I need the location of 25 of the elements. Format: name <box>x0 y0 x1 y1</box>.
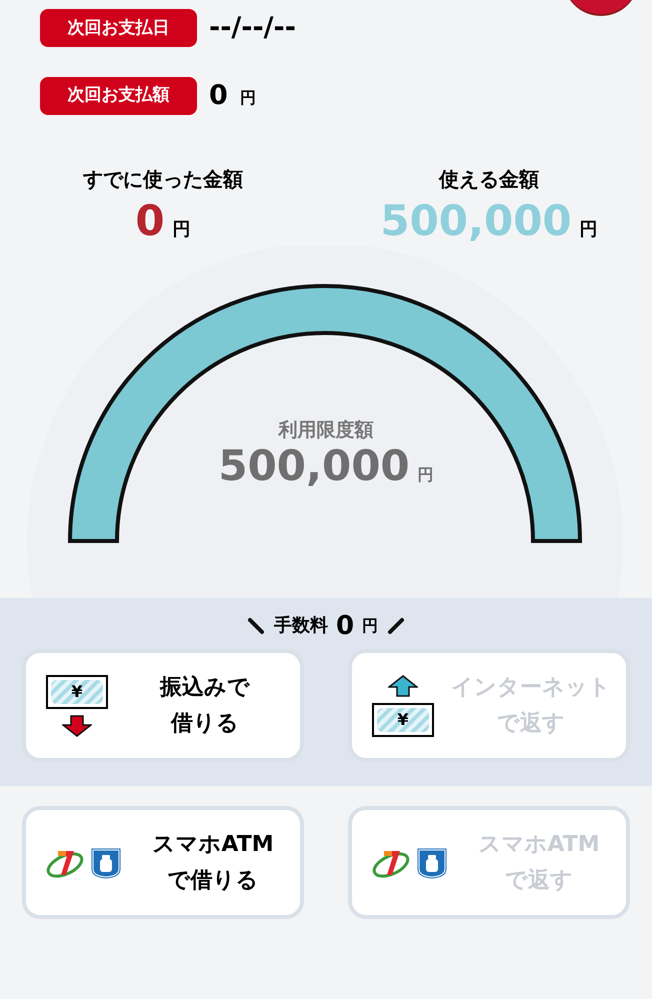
amount-value: 0 <box>135 200 165 242</box>
amount-label: すでに使った金額 <box>83 166 243 193</box>
payment-value: 0 <box>209 78 228 112</box>
yen-sign: ¥ <box>71 684 83 700</box>
gauge-value: 500,000 <box>218 444 410 486</box>
fee-label: 手数料 <box>274 614 328 638</box>
action-button[interactable]: ¥ 振込みで 借りる <box>22 649 304 762</box>
payment-value: --/--/-- <box>209 11 296 45</box>
gauge-label: 利用限度額 <box>278 418 374 443</box>
unit-text: 円 <box>172 218 191 242</box>
payment-label: 次回お支払額 <box>40 76 197 115</box>
amount-label: 使える金額 <box>439 166 539 193</box>
unit-text: 円 <box>362 614 378 636</box>
amount-value: 500,000 <box>380 200 572 242</box>
unit-text: 円 <box>240 86 256 109</box>
down-arrow-icon <box>62 714 92 736</box>
fee-value: 0 <box>336 612 354 638</box>
payment-label: 次回お支払日 <box>40 9 197 48</box>
yen-sign: ¥ <box>397 712 409 728</box>
accent-line-icon <box>386 616 406 636</box>
unit-text: 円 <box>418 464 434 486</box>
up-arrow-icon <box>388 674 418 696</box>
unit-text: 円 <box>580 218 598 242</box>
action-button[interactable]: スマホATM で借りる <box>22 806 304 919</box>
accent-line-icon <box>246 616 266 636</box>
